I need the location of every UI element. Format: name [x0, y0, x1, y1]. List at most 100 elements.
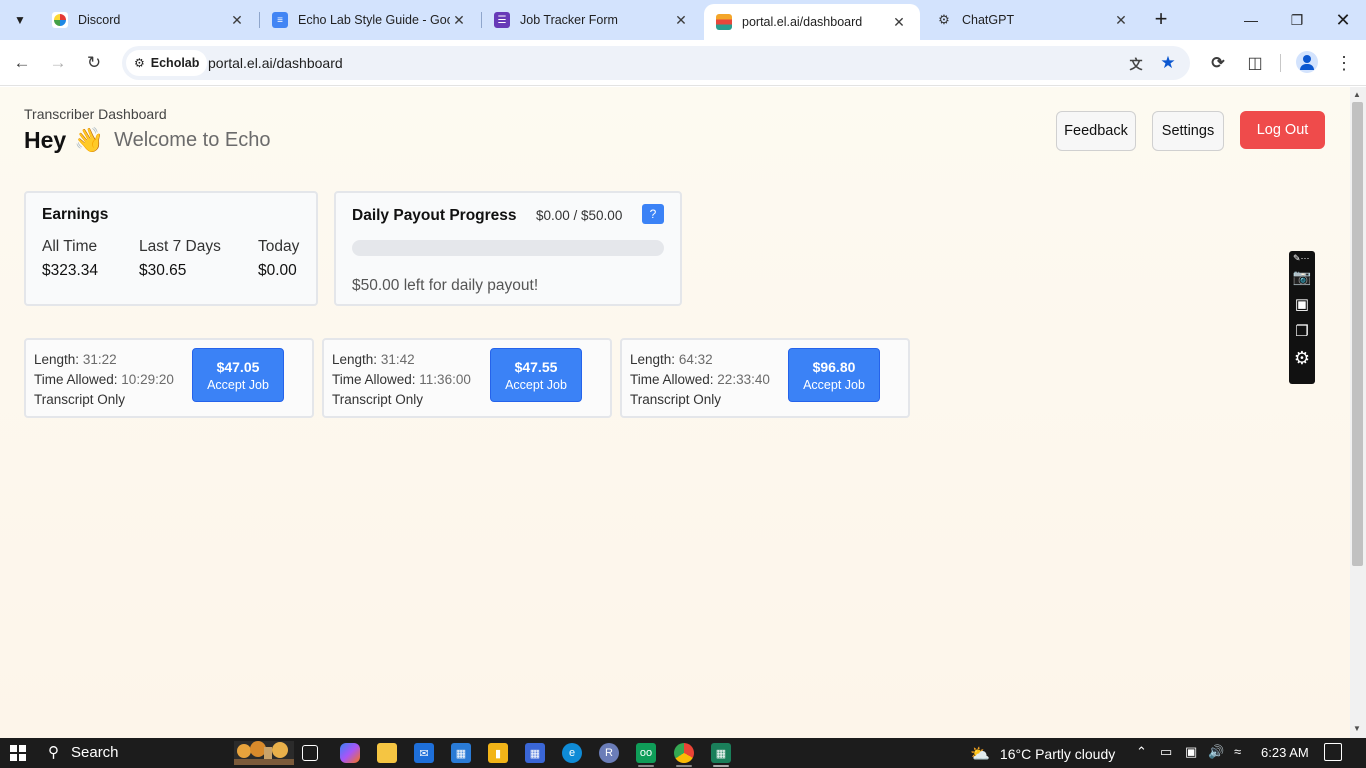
bookmark-star-icon[interactable]: ★ [1158, 53, 1178, 73]
earnings-value: $30.65 [139, 262, 187, 279]
payout-help-button[interactable]: ? [642, 204, 664, 224]
power-bi-icon[interactable]: ▮ [488, 743, 508, 763]
back-arrow-icon[interactable]: ← [8, 49, 36, 77]
job-length: Length: 64:32 [630, 352, 713, 367]
tab-strip: ▼ Discord ✕ ≡ Echo Lab Style Guide - Goo… [0, 0, 1366, 40]
tab-title: Job Tracker Form [520, 13, 618, 27]
video-camera-icon[interactable]: ▣ [1292, 294, 1312, 314]
kebab-menu-icon[interactable]: ⋮ [1332, 51, 1356, 75]
google-docs-icon: ≡ [272, 12, 288, 28]
page-subtitle: Transcriber Dashboard [24, 106, 167, 122]
site-name: Echolab [150, 56, 200, 70]
copilot-icon[interactable] [340, 743, 360, 763]
task-view-icon[interactable] [302, 745, 318, 761]
running-indicator [713, 765, 729, 767]
file-explorer-icon[interactable] [377, 743, 397, 763]
camera-icon[interactable]: 📷 [1292, 267, 1312, 287]
search-highlight-art-icon [234, 741, 294, 765]
clock[interactable]: 6:23 AM [1261, 745, 1309, 760]
restore-icon[interactable]: ❐ [1274, 0, 1320, 40]
volume-icon[interactable]: 🔊 [1208, 744, 1224, 760]
scroll-down-arrow-icon[interactable]: ▼ [1353, 724, 1361, 733]
tab-title: portal.el.ai/dashboard [742, 15, 863, 29]
address-bar[interactable]: ⚙ Echolab portal.el.ai/dashboard 文 ★ [122, 46, 1190, 80]
page-title: Hey 👋 Welcome to Echo [24, 126, 270, 155]
chrome-icon[interactable] [674, 743, 694, 763]
weather-widget[interactable]: ⛅ 16°C Partly cloudy [970, 744, 1115, 764]
site-info-chip[interactable]: ⚙ Echolab [126, 50, 208, 76]
partly-cloudy-icon: ⛅ [970, 746, 990, 763]
sheets-app-icon[interactable]: ▦ [711, 743, 731, 763]
length-value: 31:22 [82, 352, 117, 367]
payout-title: Daily Payout Progress [352, 207, 517, 224]
earnings-card: Earnings All Time $323.34 Last 7 Days $3… [24, 191, 318, 306]
notification-center-icon[interactable] [1324, 743, 1342, 761]
job-price: $96.80 [812, 359, 856, 375]
gear-icon[interactable]: ⚙ [1292, 348, 1312, 368]
accept-job-label: Accept Job [803, 378, 865, 392]
edge-icon[interactable]: e [562, 743, 582, 763]
windows-start-icon[interactable] [10, 745, 26, 761]
window-close-icon[interactable]: ✕ [1320, 0, 1366, 40]
running-indicator [638, 765, 654, 767]
earnings-last-7-days: Last 7 Days $30.65 [139, 238, 221, 280]
tab-job-tracker[interactable]: ☰ Job Tracker Form ✕ [482, 0, 702, 40]
close-icon[interactable]: ✕ [890, 14, 908, 31]
close-icon[interactable]: ✕ [1112, 12, 1130, 29]
forward-arrow-icon[interactable]: → [44, 49, 72, 77]
accept-job-button[interactable]: $47.05 Accept Job [192, 348, 284, 402]
welcome-text: Welcome to Echo [114, 129, 271, 151]
close-icon[interactable]: ✕ [450, 12, 468, 29]
accept-job-button[interactable]: $96.80 Accept Job [788, 348, 880, 402]
accept-job-button[interactable]: $47.55 Accept Job [490, 348, 582, 402]
tab-style-guide[interactable]: ≡ Echo Lab Style Guide - Goog ✕ [260, 0, 480, 40]
store-icon[interactable]: ▦ [451, 743, 471, 763]
google-forms-icon: ☰ [494, 12, 510, 28]
profile-avatar-icon[interactable] [1296, 51, 1318, 73]
job-price: $47.55 [514, 359, 558, 375]
extensions-puzzle-icon[interactable]: ◫ [1243, 51, 1267, 75]
new-tab-plus-icon[interactable]: + [1149, 6, 1173, 34]
reload-icon[interactable]: ↻ [80, 49, 108, 77]
tab-dashboard[interactable]: portal.el.ai/dashboard ✕ [704, 4, 920, 40]
tab-chatgpt[interactable]: ⚙ ChatGPT ✕ [924, 0, 1142, 40]
windows-taskbar: ⚲ Search ✉ ▦ ▮ ▦ e R oo ▦ ⛅ 16°C Partly cl… [0, 738, 1366, 768]
earnings-today: Today $0.00 [258, 238, 299, 280]
close-icon[interactable]: ✕ [672, 12, 690, 29]
time-label: Time Allowed: [34, 372, 118, 387]
earnings-all-time: All Time $323.34 [42, 238, 98, 280]
wifi-icon[interactable]: ≈ [1234, 744, 1241, 759]
battery-icon[interactable]: ▭ [1160, 744, 1172, 760]
translate-icon[interactable]: 文 [1126, 53, 1146, 73]
scroll-up-arrow-icon[interactable]: ▲ [1353, 90, 1361, 99]
job-length: Length: 31:42 [332, 352, 415, 367]
apps-grid-icon[interactable]: ▦ [525, 743, 545, 763]
scroll-thumb[interactable] [1352, 102, 1363, 566]
mail-icon[interactable]: ✉ [414, 743, 434, 763]
glasses-app-icon[interactable]: oo [636, 743, 656, 763]
taskbar-search[interactable]: ⚲ Search [48, 743, 119, 762]
tab-title: ChatGPT [962, 13, 1015, 27]
meet-now-icon[interactable]: ▣ [1185, 744, 1197, 760]
time-label: Time Allowed: [332, 372, 416, 387]
feedback-button[interactable]: Feedback [1056, 111, 1136, 151]
job-type: Transcript Only [34, 392, 126, 407]
minimize-icon[interactable]: — [1228, 0, 1274, 40]
earnings-value: $323.34 [42, 262, 99, 279]
url-text[interactable]: portal.el.ai/dashboard [208, 55, 343, 71]
discord-icon [52, 12, 68, 28]
window-copy-icon[interactable]: ❐ [1292, 321, 1312, 341]
profile-r-icon[interactable]: R [599, 743, 619, 763]
greeting: Hey [24, 127, 67, 153]
settings-button[interactable]: Settings [1152, 111, 1224, 151]
logout-button[interactable]: Log Out [1240, 111, 1325, 149]
payout-amount: $0.00 / $50.00 [536, 208, 623, 223]
close-icon[interactable]: ✕ [228, 12, 246, 29]
sync-extension-icon[interactable]: ⟳ [1206, 51, 1230, 75]
job-card: Length: 31:22 Time Allowed: 10:29:20 Tra… [24, 338, 314, 418]
length-value: 31:42 [380, 352, 415, 367]
tray-chevron-icon[interactable]: ⌃ [1136, 744, 1147, 760]
tab-search-chevron-icon[interactable]: ▼ [6, 6, 34, 34]
tab-discord[interactable]: Discord ✕ [40, 0, 258, 40]
toolbar-menu-icon[interactable]: ✎⋯ [1293, 253, 1310, 264]
